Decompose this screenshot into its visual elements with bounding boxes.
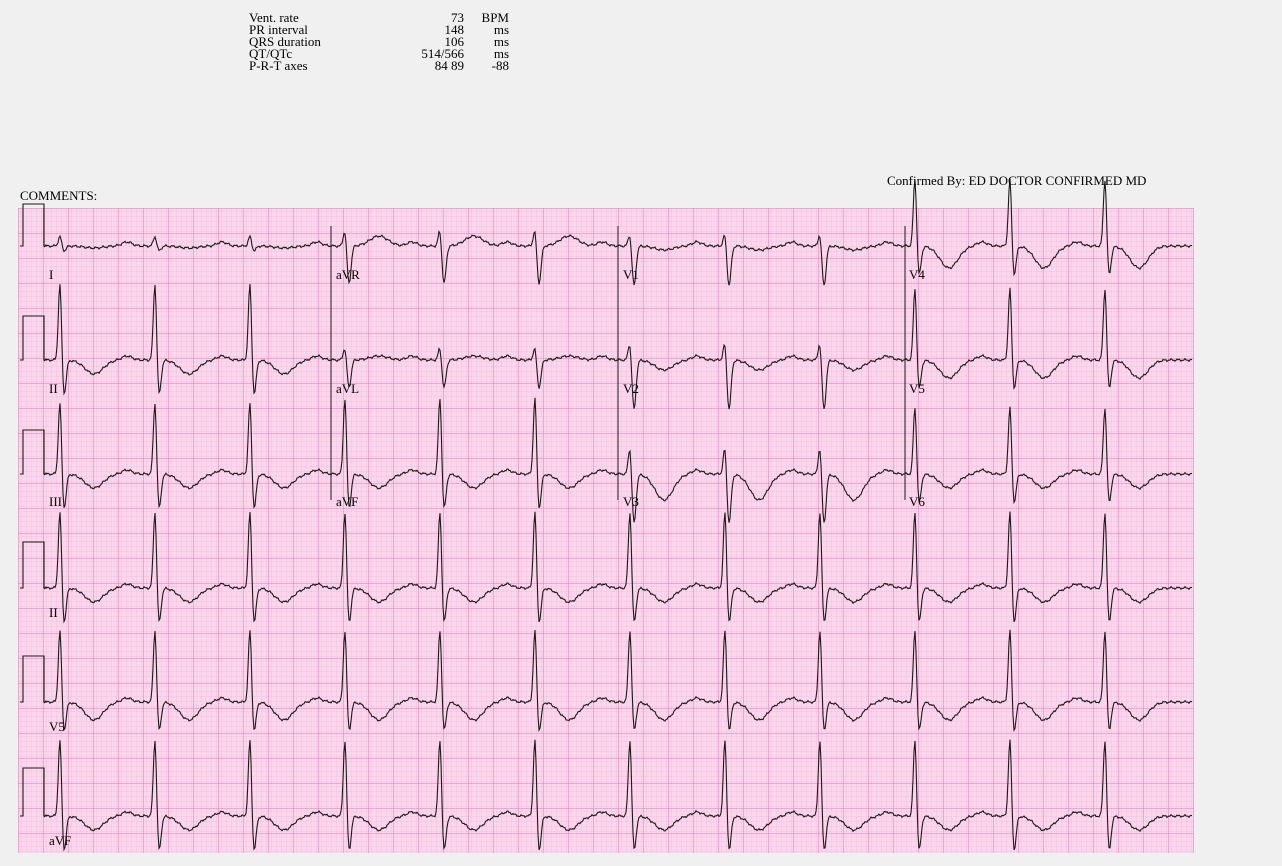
ecg-grid: [18, 208, 1194, 853]
lead-label: V1: [623, 267, 639, 282]
lead-label: V3: [623, 494, 639, 509]
lead-label: V4: [909, 267, 925, 282]
lead-label: I: [49, 267, 53, 282]
lead-label: II: [49, 381, 58, 396]
lead-label: V6: [909, 494, 925, 509]
lead-label: V2: [623, 381, 639, 396]
lead-label: V5: [909, 381, 925, 396]
lead-label: V5: [49, 719, 65, 734]
ecg-chart: IaVR V1 V4 II aVL V2 V5 III aVF V3 V6 II V5 aVF: [18, 178, 1194, 853]
lead-label: aVF: [49, 833, 71, 848]
confirmed-by-text: Confirmed By: ED DOCTOR CONFIRMED MD: [887, 173, 1147, 188]
lead-label: aVR: [336, 267, 360, 282]
lead-label: II: [49, 605, 58, 620]
lead-label: aVF: [336, 494, 358, 509]
lead-label: III: [49, 494, 62, 509]
lead-label: aVL: [336, 381, 359, 396]
